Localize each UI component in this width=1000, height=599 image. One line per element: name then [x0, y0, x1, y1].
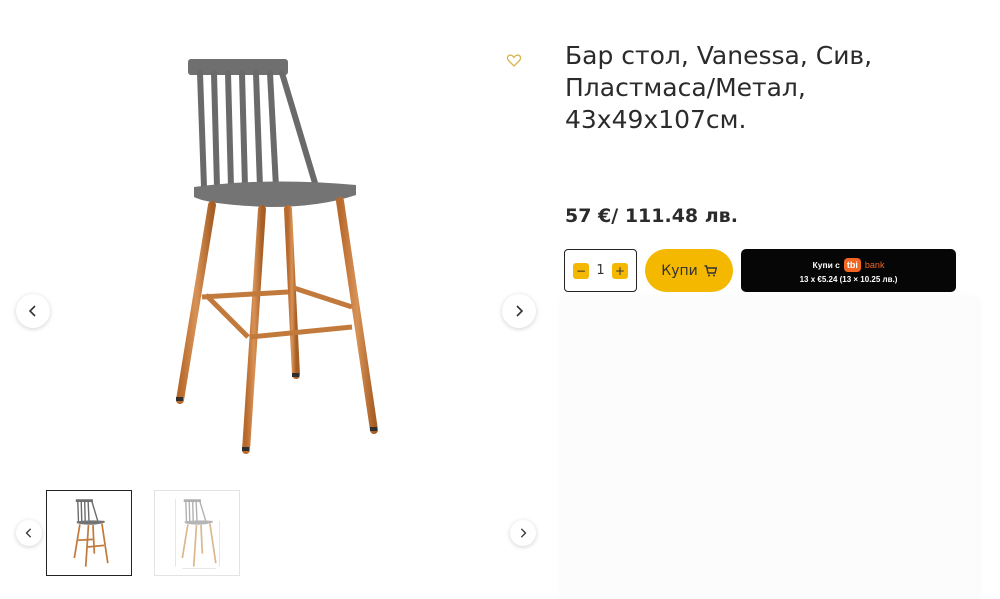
quantity-input[interactable]: 1 — [593, 263, 609, 278]
thumbnail-1[interactable] — [46, 490, 132, 576]
main-image-prev-button[interactable] — [16, 294, 50, 328]
chevron-left-icon — [28, 305, 36, 317]
bar-stool-dimensions-thumbnail — [175, 499, 220, 569]
bar-stool-image — [176, 59, 378, 454]
tbi-bank-label: bank — [864, 259, 885, 270]
product-title: Бар стол, Vanessa, Сив, Пластмаса/Метал,… — [565, 41, 873, 134]
tbi-prefix: Купи с — [812, 259, 840, 270]
product-price: 57 €/ 111.48 лв. — [565, 205, 738, 227]
tbi-bank-header: Купи с tbi bank — [812, 257, 885, 272]
buy-button[interactable]: Купи — [645, 249, 733, 292]
product-info-panel — [562, 298, 978, 599]
heart-icon — [506, 54, 522, 67]
chevron-left-icon — [25, 528, 32, 538]
tbi-installments: 13 x €5.24 (13 × 10.25 лв.) — [799, 274, 898, 284]
main-image-next-button[interactable] — [502, 294, 536, 328]
bar-stool-thumbnail — [73, 499, 109, 567]
cart-icon — [704, 264, 717, 276]
main-product-image — [120, 45, 410, 465]
wishlist-button[interactable] — [506, 52, 522, 68]
chevron-right-icon — [520, 528, 527, 538]
quantity-increase-button[interactable]: + — [612, 262, 628, 279]
quantity-decrease-button[interactable]: − — [573, 262, 589, 279]
tbi-bank-installment-button[interactable]: Купи с tbi bank 13 x €5.24 (13 × 10.25 л… — [741, 249, 956, 292]
quantity-stepper: − 1 + — [564, 249, 637, 292]
chevron-right-icon — [516, 305, 524, 317]
thumbnails-next-button[interactable] — [510, 520, 536, 546]
thumbnails-prev-button[interactable] — [16, 520, 42, 546]
thumbnail-2[interactable] — [154, 490, 240, 576]
tbi-logo: tbi — [843, 257, 861, 272]
buy-button-label: Купи — [661, 262, 698, 279]
